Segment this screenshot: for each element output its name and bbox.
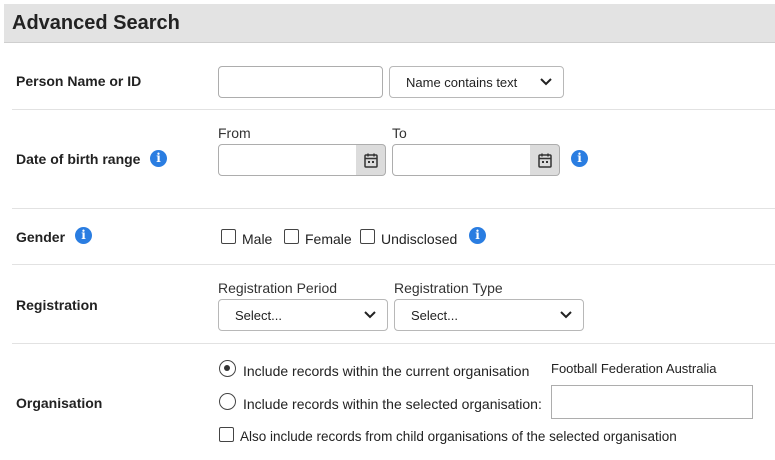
panel-header: Advanced Search <box>4 4 775 43</box>
info-icon[interactable]: i <box>469 227 486 244</box>
name-match-select[interactable]: Name contains text <box>389 66 564 98</box>
gender-undisclosed-label[interactable]: Undisclosed <box>381 231 457 247</box>
registration-type-select[interactable]: Select... <box>394 299 584 331</box>
dob-to-input[interactable] <box>392 144 531 176</box>
registration-period-label: Registration Period <box>218 280 338 296</box>
dob-to-calendar-button[interactable] <box>530 144 560 176</box>
gender-male-checkbox[interactable] <box>221 229 236 244</box>
calendar-icon <box>538 153 552 168</box>
row-divider <box>12 109 775 110</box>
name-match-value: Name contains text <box>406 75 518 90</box>
org-current-label[interactable]: Include records within the current organ… <box>243 363 529 379</box>
page-title: Advanced Search <box>12 12 180 34</box>
row-divider <box>12 208 775 209</box>
chevron-down-icon <box>364 311 376 319</box>
registration-type-value: Select... <box>411 308 458 323</box>
dob-to-label: To <box>392 125 407 141</box>
current-org-name: Football Federation Australia <box>551 361 717 376</box>
registration-period-select[interactable]: Select... <box>218 299 388 331</box>
include-child-orgs-label[interactable]: Also include records from child organisa… <box>240 429 677 444</box>
dob-range-label: Date of birth range <box>16 151 141 167</box>
dob-to-field <box>392 144 560 176</box>
org-current-radio[interactable] <box>219 360 236 377</box>
person-name-label: Person Name or ID <box>16 73 142 89</box>
registration-period-value: Select... <box>235 308 282 323</box>
person-name-input[interactable] <box>218 66 383 98</box>
dob-from-calendar-button[interactable] <box>356 144 386 176</box>
org-selected-radio[interactable] <box>219 393 236 410</box>
gender-label: Gender <box>16 229 66 245</box>
info-icon[interactable]: i <box>75 227 92 244</box>
registration-type-label: Registration Type <box>394 280 503 296</box>
info-icon[interactable]: i <box>150 150 167 167</box>
row-divider <box>12 343 775 344</box>
gender-female-checkbox[interactable] <box>284 229 299 244</box>
gender-male-label[interactable]: Male <box>242 231 272 247</box>
info-icon[interactable]: i <box>571 150 588 167</box>
chevron-down-icon <box>540 78 552 86</box>
gender-female-label[interactable]: Female <box>305 231 352 247</box>
dob-from-field <box>218 144 386 176</box>
dob-from-label: From <box>218 125 251 141</box>
row-divider <box>12 264 775 265</box>
gender-undisclosed-checkbox[interactable] <box>360 229 375 244</box>
registration-label: Registration <box>16 297 98 313</box>
calendar-icon <box>364 153 378 168</box>
selected-org-input[interactable] <box>551 385 753 419</box>
chevron-down-icon <box>560 311 572 319</box>
dob-from-input[interactable] <box>218 144 357 176</box>
include-child-orgs-checkbox[interactable] <box>219 427 234 442</box>
org-selected-label[interactable]: Include records within the selected orga… <box>243 396 542 412</box>
organisation-label: Organisation <box>16 395 103 411</box>
